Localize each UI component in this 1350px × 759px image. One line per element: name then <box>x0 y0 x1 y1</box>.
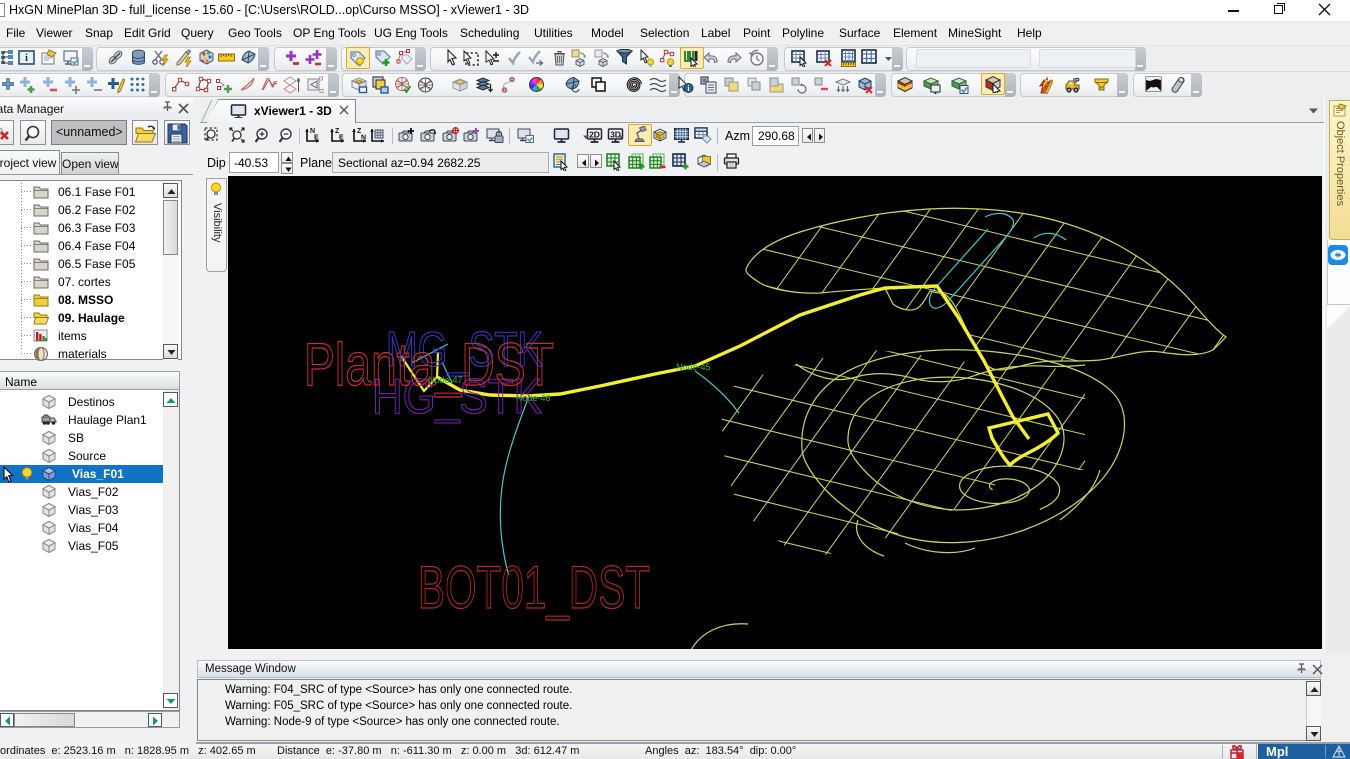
svg-text:Node-47: Node-47 <box>428 375 463 385</box>
svg-text:Node-45: Node-45 <box>676 362 711 372</box>
svg-text:N: N <box>361 135 366 142</box>
svg-text:BOT01_DST: BOT01_DST <box>418 554 650 621</box>
svg-text:i: i <box>25 53 28 64</box>
svg-text:E: E <box>314 135 319 142</box>
svg-text:E: E <box>339 135 344 142</box>
svg-text:Node-46: Node-46 <box>516 393 551 403</box>
svg-text:Planta_DST: Planta_DST <box>304 331 554 398</box>
